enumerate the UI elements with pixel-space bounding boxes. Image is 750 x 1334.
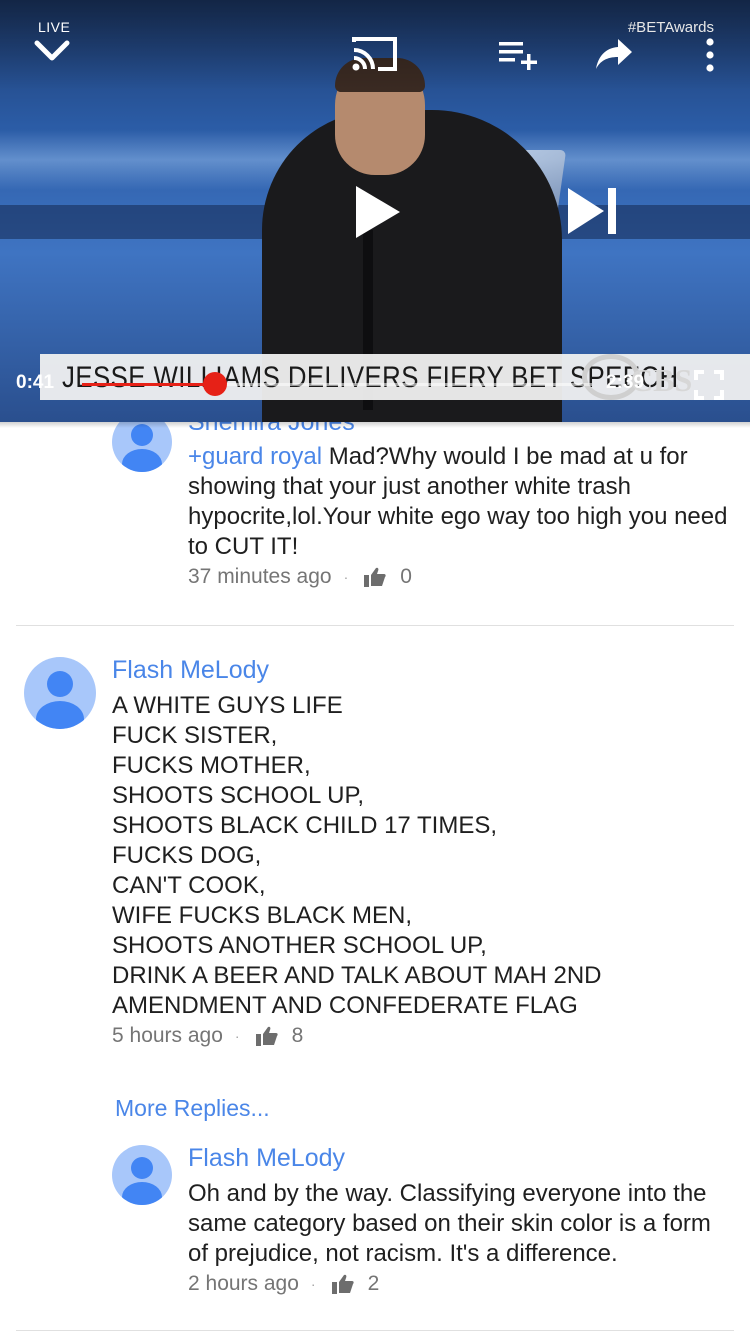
comment-line: FUCKS MOTHER, — [112, 752, 311, 779]
hashtag-label: #BETAwards — [627, 19, 714, 36]
avatar[interactable] — [112, 422, 172, 472]
comment-time: 37 minutes ago — [188, 565, 332, 588]
thumbs-up-icon[interactable] — [255, 1026, 278, 1046]
comment-mention[interactable]: +guard royal — [188, 443, 322, 470]
comment-line: AMENDMENT AND CONFEDERATE FLAG — [112, 992, 578, 1019]
comment-author[interactable]: Flash MeLody — [112, 656, 269, 685]
comment-line: SHOOTS ANOTHER SCHOOL UP, — [112, 932, 487, 959]
comment-meta: 5 hours ago · 8 — [112, 1024, 304, 1047]
comment-line: WIFE FUCKS BLACK MEN, — [112, 902, 413, 929]
avatar[interactable] — [24, 657, 96, 729]
comment-line: FUCK SISTER, — [112, 722, 278, 749]
comment-line: DRINK A BEER AND TALK ABOUT MAH 2ND — [112, 962, 602, 989]
video-player[interactable]: JESSE WILLIAMS DELIVERS FIERY BET SPEECH… — [0, 0, 750, 422]
comment-line: SHOOTS BLACK CHILD 17 TIMES, — [112, 812, 497, 839]
avatar[interactable] — [112, 1145, 172, 1205]
comment-author[interactable]: Flash MeLody — [188, 1144, 345, 1173]
comment-time: 5 hours ago — [112, 1024, 223, 1047]
comment-line: A WHITE GUYS LIFE — [112, 692, 343, 719]
comment-text: A WHITE GUYS LIFE FUCK SISTER, FUCKS MOTHE… — [112, 691, 732, 1021]
thumbs-up-icon[interactable] — [364, 567, 386, 587]
comment-line: SHOOTS SCHOOL UP, — [112, 782, 365, 809]
like-count: 8 — [291, 1024, 304, 1047]
play-icon[interactable] — [354, 184, 402, 240]
thumbs-up-icon[interactable] — [331, 1274, 354, 1294]
fullscreen-icon[interactable] — [694, 370, 724, 400]
add-to-playlist-icon[interactable] — [497, 38, 541, 70]
comment-line: FUCKS DOG, — [112, 842, 262, 869]
seek-handle[interactable] — [202, 372, 227, 396]
comment-line: CAN'T COOK, — [112, 872, 266, 899]
like-count: 0 — [400, 565, 412, 588]
skip-next-icon[interactable] — [566, 186, 618, 236]
more-replies-link[interactable]: More Replies... — [115, 1095, 270, 1122]
seek-progress — [82, 383, 215, 386]
divider — [16, 625, 734, 626]
comment-meta: 37 minutes ago · 0 — [188, 565, 412, 588]
comment-text: Oh and by the way. Classifying everyone … — [188, 1180, 711, 1267]
comment-text: +guard royal Mad?Why would I be mad at u… — [188, 443, 728, 560]
more-options-icon[interactable] — [700, 38, 720, 72]
total-time: 2:39 — [606, 372, 645, 393]
current-time: 0:41 — [16, 372, 55, 393]
comments-list[interactable]: Shemira Jones +guard royal Mad?Why would… — [0, 422, 750, 1334]
cast-icon[interactable] — [350, 36, 398, 72]
live-label: LIVE — [38, 19, 71, 35]
like-count: 2 — [367, 1272, 380, 1295]
comment-time: 2 hours ago — [188, 1272, 299, 1295]
share-icon[interactable] — [594, 37, 634, 71]
chevron-down-icon[interactable] — [33, 38, 71, 64]
divider — [16, 1330, 734, 1331]
comment-meta: 2 hours ago · 2 — [188, 1272, 380, 1295]
player-shadow — [0, 422, 750, 428]
